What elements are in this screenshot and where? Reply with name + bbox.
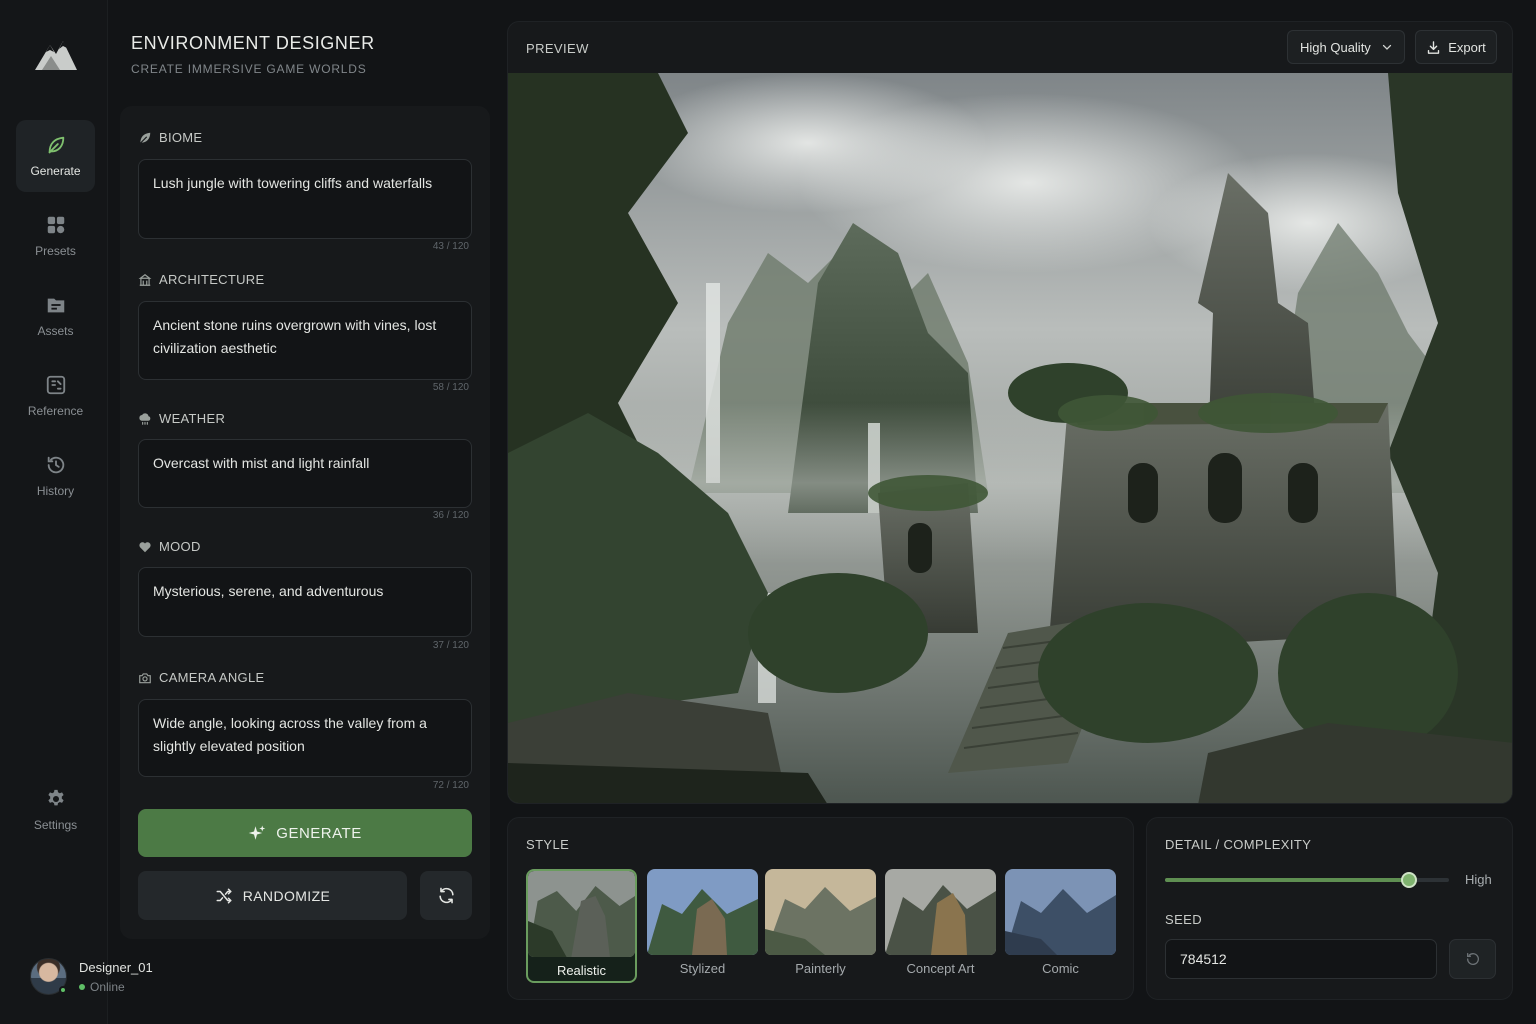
architecture-input[interactable]: Ancient stone ruins overgrown with vines… (138, 301, 472, 380)
style-thumbnail-realistic (528, 871, 635, 957)
sidebar-item-label: History (36, 484, 75, 498)
style-panel: STYLE Realistic Stylized Painterly Conce… (507, 817, 1134, 1000)
quality-select[interactable]: High Quality (1287, 30, 1405, 64)
sidebar-item-presets[interactable]: Presets (16, 200, 95, 272)
mountain-logo-icon (35, 41, 77, 70)
reset-button[interactable] (420, 871, 472, 920)
camera-angle-char-counter: 72 / 120 (432, 780, 469, 791)
history-icon (47, 456, 64, 474)
leaf-icon (48, 136, 64, 154)
camera-angle-input[interactable]: Wide angle, looking across the valley fr… (138, 699, 472, 777)
export-button-label: Export (1448, 39, 1486, 55)
sidebar-item-assets[interactable]: Assets (16, 280, 95, 352)
app-root: Generate Presets Assets Reference Histor… (0, 0, 1536, 1024)
style-option-realistic[interactable]: Realistic (526, 869, 637, 983)
refresh-icon (438, 887, 454, 904)
sidebar-item-generate[interactable]: Generate (16, 120, 95, 192)
reference-icon (46, 375, 65, 395)
style-option-label: Comic (1042, 961, 1079, 976)
style-option-stylized[interactable]: Stylized (647, 869, 758, 983)
generated-environment-image (508, 73, 1512, 803)
quality-select-value: High Quality (1300, 39, 1371, 55)
randomize-button[interactable]: RANDOMIZE (138, 871, 407, 920)
sidebar-item-label: Reference (27, 404, 84, 418)
mood-label-text: MOOD (159, 539, 201, 554)
seed-label: SEED (1165, 912, 1203, 927)
architecture-char-counter: 58 / 120 (432, 382, 469, 393)
generate-button[interactable]: GENERATE (138, 809, 472, 857)
complexity-slider-fill (1165, 878, 1409, 882)
biome-char-counter: 43 / 120 (432, 241, 469, 252)
mood-label: MOOD (138, 539, 201, 554)
user-name: Designer_01 (79, 960, 153, 975)
weather-char-counter: 36 / 120 (432, 510, 469, 521)
download-icon (1428, 40, 1440, 54)
sidebar-item-label: Presets (35, 244, 76, 258)
style-option-label: Concept Art (906, 961, 975, 976)
style-option-label: Painterly (795, 961, 846, 976)
style-option-concept-art[interactable]: Concept Art (885, 869, 996, 983)
mood-char-counter: 37 / 120 (432, 640, 469, 651)
style-thumbnail-concept-art (885, 869, 996, 955)
sparkle-icon (249, 825, 266, 840)
user-status: Online (79, 980, 125, 994)
complexity-value-label: High (1465, 872, 1492, 887)
refresh-icon (1466, 953, 1479, 965)
biome-input[interactable]: Lush jungle with towering cliffs and wat… (138, 159, 472, 239)
detail-panel: DETAIL / COMPLEXITY High SEED 784512 (1146, 817, 1513, 1000)
user-status-text: Online (90, 980, 125, 994)
randomize-button-label: RANDOMIZE (242, 887, 331, 904)
mood-input[interactable]: Mysterious, serene, and adventurous (138, 567, 472, 637)
style-thumbnail-stylized (647, 869, 758, 955)
weather-label-text: WEATHER (159, 411, 226, 426)
sidebar: Generate Presets Assets Reference Histor… (0, 0, 153, 1024)
preview-panel: PREVIEW High Quality Export (507, 21, 1513, 804)
sidebar-item-label: Settings (33, 818, 78, 832)
camera-angle-label-text: CAMERA ANGLE (159, 670, 265, 685)
export-button[interactable]: Export (1415, 30, 1497, 64)
style-title: STYLE (526, 837, 570, 852)
presets-icon (47, 216, 64, 234)
leaf-icon (139, 132, 151, 144)
building-icon (138, 273, 152, 286)
weather-label: WEATHER (138, 411, 225, 426)
camera-angle-label: CAMERA ANGLE (138, 670, 264, 685)
page-subtitle: CREATE IMMERSIVE GAME WORLDS (131, 62, 367, 76)
user-profile[interactable]: Designer_01 Online (30, 956, 190, 1000)
sidebar-item-label: Generate (30, 164, 81, 178)
generate-button-label: GENERATE (276, 824, 362, 842)
camera-icon (139, 672, 151, 683)
chevron-down-icon (1382, 44, 1391, 50)
folder-icon (47, 298, 64, 313)
preview-title: PREVIEW (526, 41, 589, 56)
heart-icon (139, 541, 151, 552)
shuffle-icon (216, 888, 232, 903)
style-option-comic[interactable]: Comic (1005, 869, 1116, 983)
cloud-rain-icon (139, 412, 151, 425)
complexity-slider[interactable] (1165, 872, 1449, 888)
page-title: ENVIRONMENT DESIGNER (131, 33, 375, 53)
style-thumbnail-painterly (765, 869, 876, 955)
sidebar-item-reference[interactable]: Reference (16, 360, 95, 432)
biome-label: BIOME (138, 130, 202, 145)
biome-label-text: BIOME (159, 130, 203, 145)
presence-indicator (59, 986, 67, 994)
architecture-label-text: ARCHITECTURE (159, 272, 265, 287)
weather-input[interactable]: Overcast with mist and light rainfall (138, 439, 472, 508)
complexity-slider-handle[interactable] (1401, 872, 1417, 888)
style-option-painterly[interactable]: Painterly (765, 869, 876, 983)
detail-title: DETAIL / COMPLEXITY (1165, 837, 1312, 852)
status-dot-icon (79, 984, 85, 990)
seed-reroll-button[interactable] (1449, 939, 1496, 979)
style-option-label: Realistic (556, 963, 607, 978)
gear-icon (47, 789, 64, 806)
architecture-label: ARCHITECTURE (138, 272, 264, 287)
sidebar-item-settings[interactable]: Settings (16, 774, 95, 846)
style-thumbnail-comic (1005, 869, 1116, 955)
seed-input[interactable]: 784512 (1165, 939, 1437, 979)
sidebar-item-label: Assets (37, 324, 74, 338)
sidebar-item-history[interactable]: History (16, 440, 95, 512)
style-option-label: Stylized (679, 961, 726, 976)
